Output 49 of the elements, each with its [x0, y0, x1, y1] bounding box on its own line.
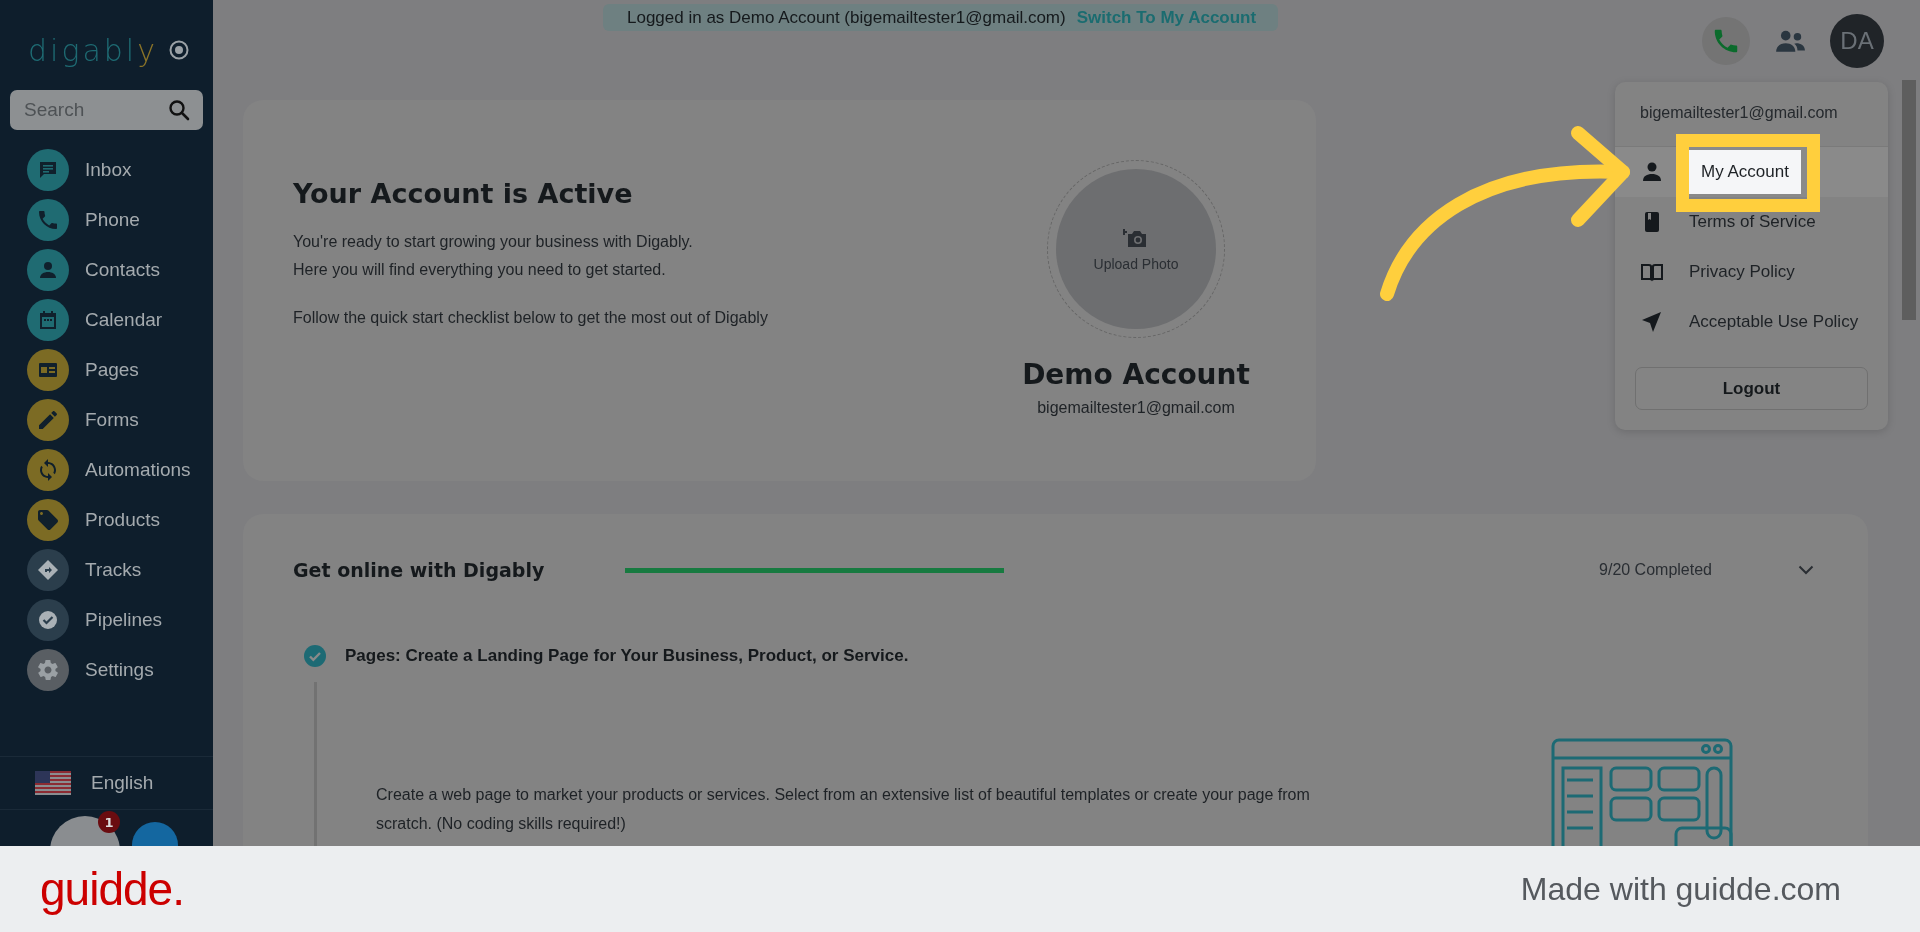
intro-text: Here you will find everything you need to get started. [293, 260, 667, 280]
checked-icon[interactable] [303, 644, 327, 668]
notification-badge: 1 [98, 811, 120, 833]
person-icon [1640, 160, 1664, 184]
camera-icon [1123, 226, 1149, 248]
sidebar-item[interactable]: Phone [27, 199, 213, 241]
task-title[interactable]: Pages: Create a Landing Page for Your Business, Product, or Service. [345, 646, 909, 666]
checklist-title: Get online with Digably [293, 559, 546, 581]
sidebar-item[interactable]: Automations [27, 449, 213, 491]
intro-text: Follow the quick start checklist below to get the most out of Digably [293, 309, 769, 327]
search-icon[interactable] [167, 98, 191, 122]
banner-text: Logged in as Demo Account (bigemailtester1@gmail.com) [627, 7, 1066, 28]
sidebar-item[interactable]: Calendar [27, 299, 213, 341]
products-icon [36, 508, 60, 532]
card-title: Your Account is Active [293, 178, 634, 209]
settings-icon [36, 658, 60, 682]
sidebar-item[interactable]: Forms [27, 399, 213, 441]
scrollbar[interactable] [1902, 80, 1916, 320]
account-name: Demo Account [1022, 358, 1250, 391]
tracks-icon [36, 558, 60, 582]
forms-icon [36, 408, 60, 432]
menu-item[interactable]: Privacy Policy [1615, 247, 1888, 297]
logo: digabl y [28, 32, 158, 68]
sidebar-item[interactable]: Pages [27, 349, 213, 391]
made-with-text: Made with guidde.com [1520, 870, 1841, 908]
sidebar-item[interactable]: Tracks [27, 549, 213, 591]
sidebar-item[interactable]: Products [27, 499, 213, 541]
sidebar-item[interactable]: Pipelines [27, 599, 213, 641]
menu-item[interactable]: Acceptable Use Policy [1615, 297, 1888, 347]
search-field[interactable]: Search [10, 90, 203, 130]
task-description: Create a web page to market your products or services. Select from an extensive list of beautiful templates or create your page from scratch. (No coding skills required!) [376, 785, 1311, 834]
sidebar-item[interactable]: Inbox [27, 149, 213, 191]
progress-count: 9/20 Completed [1599, 561, 1712, 579]
language-selector[interactable]: English [0, 756, 213, 809]
flag-icon [35, 771, 71, 795]
chevron-icon[interactable] [1798, 565, 1814, 575]
phone-icon [36, 208, 60, 232]
account-email: bigemailtester1@gmail.com [1037, 399, 1235, 417]
logout-button[interactable]: Logout [1635, 367, 1868, 410]
sidebar-item[interactable]: Settings [27, 649, 213, 691]
guidde-logo: guidde. [40, 862, 184, 916]
sidebar-item[interactable]: Contacts [27, 249, 213, 291]
phone-button[interactable] [1702, 17, 1750, 65]
pipelines-icon [36, 608, 60, 632]
people-icon[interactable] [1774, 28, 1806, 54]
menu-item[interactable]: Terms of Service [1615, 197, 1888, 247]
radio-icon[interactable] [169, 40, 189, 60]
send-icon [1640, 310, 1664, 334]
intro-text: You're ready to start growing your business with Digably. [293, 232, 694, 252]
